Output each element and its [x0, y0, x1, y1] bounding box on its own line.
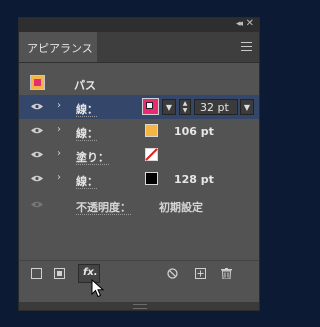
add-stroke-icon[interactable] — [31, 268, 42, 279]
stroke-weight-value[interactable]: 128 pt — [174, 173, 214, 186]
eye-icon[interactable] — [31, 103, 43, 110]
stroke-weight-field[interactable]: 32 pt — [194, 99, 238, 115]
eye-icon[interactable] — [31, 127, 43, 134]
appearance-panel: ◂◂ ✕ アピアランス パス › 線： ▼ ▲ ▼ 32 pt ▼ › 線： 10… — [18, 17, 260, 311]
stroke-weight-value[interactable]: 106 pt — [174, 125, 214, 138]
clear-appearance-icon[interactable] — [167, 268, 178, 279]
mouse-cursor-icon — [91, 279, 105, 298]
stroke-weight-dropdown[interactable]: ▼ — [240, 99, 254, 115]
collapse-icon[interactable]: ◂◂ — [236, 19, 243, 29]
opacity-row[interactable]: 不透明度： 初期設定 — [19, 193, 259, 217]
fill-row[interactable]: › 塗り： — [19, 143, 259, 167]
chevron-right-icon[interactable]: › — [57, 148, 61, 159]
chevron-down-icon[interactable]: ▼ — [162, 99, 176, 115]
chevron-right-icon[interactable]: › — [57, 100, 61, 111]
eye-icon[interactable] — [31, 175, 43, 182]
opacity-value: 初期設定 — [159, 201, 203, 214]
stroke-row[interactable]: › 線： 128 pt — [19, 167, 259, 191]
stroke-color-swatch[interactable] — [142, 98, 159, 115]
fill-none-swatch[interactable] — [145, 148, 158, 161]
bottom-toolbar: fx. — [19, 260, 259, 289]
object-type-label: パス — [74, 79, 96, 92]
stroke-row[interactable]: › 線： ▼ ▲ ▼ 32 pt ▼ — [19, 95, 259, 119]
duplicate-icon[interactable] — [195, 268, 206, 279]
chevron-right-icon[interactable]: › — [57, 124, 61, 135]
opacity-label[interactable]: 不透明度： — [76, 199, 131, 215]
tab-appearance[interactable]: アピアランス — [19, 32, 97, 62]
stroke-label[interactable]: 線： — [76, 173, 98, 189]
stroke-label[interactable]: 線： — [76, 101, 98, 117]
path-thumbnail — [30, 75, 45, 90]
appearance-header: パス — [19, 71, 259, 95]
panel-menu-icon[interactable] — [241, 42, 252, 54]
close-icon[interactable]: ✕ — [246, 18, 254, 29]
chevron-right-icon[interactable]: › — [57, 172, 61, 183]
add-fill-icon[interactable] — [54, 268, 65, 279]
stroke-color-swatch[interactable] — [145, 124, 158, 137]
stroke-weight-stepper[interactable]: ▲ ▼ — [179, 99, 191, 115]
stroke-row[interactable]: › 線： 106 pt — [19, 119, 259, 143]
panel-titlebar[interactable]: ◂◂ ✕ — [19, 18, 259, 32]
delete-icon[interactable] — [221, 268, 232, 279]
resize-grip[interactable] — [133, 304, 147, 309]
eye-icon — [31, 201, 43, 208]
fill-label[interactable]: 塗り： — [76, 149, 109, 165]
eye-icon[interactable] — [31, 151, 43, 158]
panel-tabbar: アピアランス — [19, 32, 259, 63]
stroke-color-swatch[interactable] — [145, 172, 158, 185]
stroke-label[interactable]: 線： — [76, 125, 98, 141]
